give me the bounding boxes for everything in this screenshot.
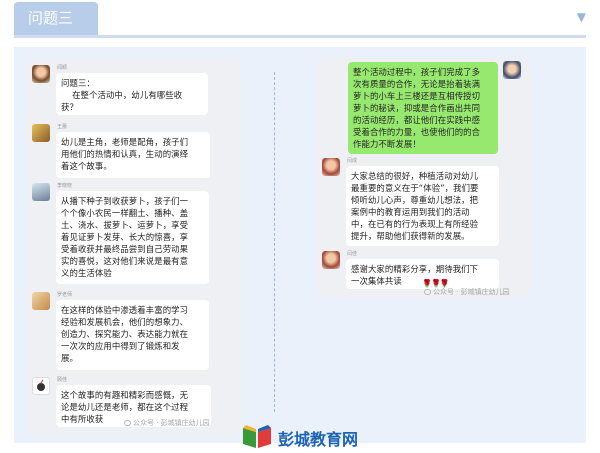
sender-name: 罗老师 bbox=[57, 292, 73, 298]
avatar bbox=[503, 61, 521, 79]
message-bubble: 幼儿是主角，老师是配角，孩子们 用他们的热情和认真，生动的演绎 着这个故事。 bbox=[56, 132, 210, 178]
watermark: 公众号 · 彭城镇庄幼儿园 bbox=[124, 418, 210, 428]
bomb-icon bbox=[37, 379, 45, 391]
logo-text: 彭城教育网 bbox=[278, 430, 359, 449]
wechat-icon bbox=[424, 289, 431, 295]
header-underline bbox=[14, 35, 586, 38]
avatar bbox=[32, 65, 50, 83]
section-title: 问题三 bbox=[28, 9, 74, 27]
watermark: 公众号 · 彭城镇庄幼儿园 bbox=[424, 287, 510, 297]
section-tab: 问题三 bbox=[14, 2, 98, 35]
avatar bbox=[322, 158, 340, 176]
sender-name: 顾佳 bbox=[57, 377, 68, 383]
message-bubble: 大家总结的很好，种植活动对幼儿 最重要的意义在于“体验”，我们要 倾听幼儿心声，… bbox=[346, 166, 499, 246]
message-bubble: 从播下种子到收获萝卜，孩子们一 个个像小农民一样翻土、播种、盖 土、浇水、拔萝卜… bbox=[56, 191, 209, 284]
avatar bbox=[32, 292, 50, 310]
divider bbox=[274, 72, 275, 412]
sender-name: 闫佳 bbox=[347, 251, 358, 257]
wechat-icon bbox=[124, 420, 131, 426]
sender-name: 闫成 bbox=[347, 158, 358, 164]
sender-name: 李晓晓 bbox=[57, 183, 73, 189]
chat-panel-right: 整个活动过程中，孩子们完成了多 次有质量的合作，无论是抬着装满 萝卜的小车上三楼… bbox=[316, 58, 531, 298]
message-bubble: 问题三： 在整个活动中，幼儿有哪些收 获？ bbox=[56, 73, 208, 115]
message-bubble: 在这样的体验中渗透着丰富的学习 经验和发展机会，他们的想象力、 创造力、探究能力… bbox=[56, 300, 209, 370]
avatar bbox=[322, 251, 340, 269]
book-logo-icon bbox=[243, 425, 271, 448]
avatar bbox=[32, 377, 50, 395]
sender-name: 王蕾 bbox=[57, 124, 68, 130]
avatar bbox=[32, 183, 50, 201]
chevron-down-icon[interactable]: ▼ bbox=[577, 10, 586, 24]
sender-name: 闻颖 bbox=[57, 65, 68, 71]
chat-panel-left: 闻颖 问题三： 在整个活动中，幼儿有哪些收 获？ 王蕾 幼儿是主角，老师是配角，… bbox=[26, 58, 241, 436]
message-bubble-self: 整个活动过程中，孩子们完成了多 次有质量的合作，无论是抬着装满 萝卜的小车上三楼… bbox=[348, 62, 498, 154]
avatar bbox=[32, 124, 50, 142]
